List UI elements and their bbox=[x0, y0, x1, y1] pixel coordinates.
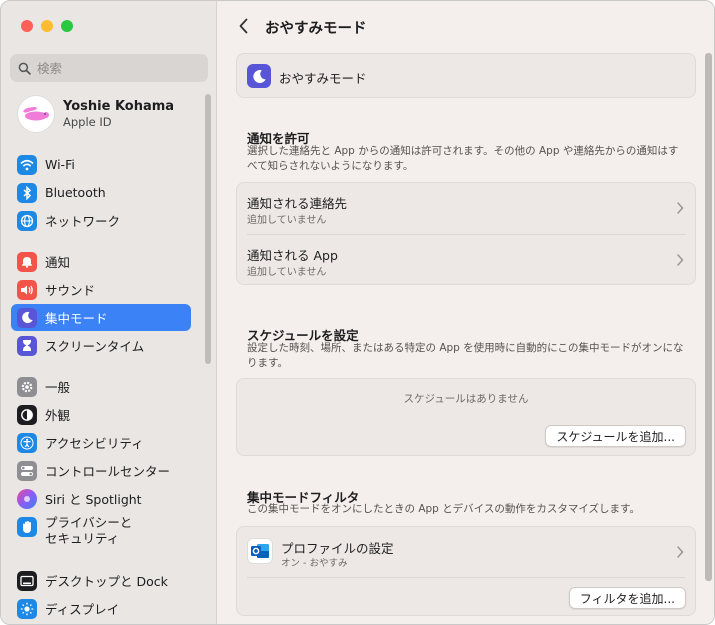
window-controls bbox=[21, 20, 73, 32]
gear-icon bbox=[17, 376, 37, 397]
display-icon bbox=[17, 598, 37, 619]
sidebar-item-wifi[interactable]: Wi-Fi bbox=[11, 151, 191, 178]
sidebar-item-displays[interactable]: ディスプレイ bbox=[11, 595, 191, 622]
sidebar-item-label: コントロールセンター bbox=[45, 464, 171, 479]
sidebar-item-label: 外観 bbox=[45, 408, 71, 423]
minimize-window-button[interactable] bbox=[41, 20, 53, 32]
sidebar-item-label: ディスプレイ bbox=[45, 602, 120, 617]
bluetooth-icon bbox=[17, 182, 37, 203]
avatar bbox=[17, 95, 55, 133]
schedule-card: スケジュールはありません スケジュールを追加... bbox=[236, 378, 696, 456]
schedule-description: 設定した時刻、場所、またはある特定の App を使用時に自動的にこの集中モードが… bbox=[247, 342, 684, 369]
sidebar-item-desktop-dock[interactable]: デスクトップと Dock bbox=[11, 567, 191, 594]
bell-icon bbox=[17, 251, 37, 272]
chevron-left-icon bbox=[239, 18, 247, 34]
chevron-right-icon bbox=[677, 254, 684, 266]
sidebar-item-notifications[interactable]: 通知 bbox=[11, 248, 191, 275]
sidebar-item-label: Siri と Spotlight bbox=[45, 492, 142, 507]
control-center-icon bbox=[17, 460, 37, 481]
avatar-rabbit-icon bbox=[23, 107, 49, 121]
sidebar-item-label: プライバシーと セキュリティ bbox=[45, 515, 133, 546]
allow-notifications-description: 選択した連絡先と App からの通知は許可されます。その他の App や連絡先か… bbox=[247, 145, 679, 172]
sidebar-item-label: アクセシビリティ bbox=[45, 436, 144, 451]
sidebar-item-label: Wi-Fi bbox=[45, 157, 75, 172]
search-icon bbox=[18, 62, 31, 75]
chevron-right-icon bbox=[677, 546, 684, 558]
sidebar-item-focus[interactable]: 集中モード bbox=[11, 304, 191, 331]
add-schedule-button[interactable]: スケジュールを追加... bbox=[545, 425, 686, 447]
settings-window: Yoshie Kohama Apple ID Wi-Fi Bluetooth ネ… bbox=[0, 0, 715, 625]
sidebar-item-label: スクリーンタイム bbox=[45, 339, 145, 354]
allowed-apps-row[interactable]: 通知される App 追加していません bbox=[237, 235, 695, 285]
add-filter-button[interactable]: フィルタを追加... bbox=[568, 587, 686, 609]
maximize-window-button[interactable] bbox=[61, 20, 73, 32]
focus-mode-card: おやすみモード bbox=[236, 53, 696, 98]
sidebar-item-general[interactable]: 一般 bbox=[11, 373, 191, 400]
sidebar-item-control-center[interactable]: コントロールセンター bbox=[11, 457, 191, 484]
row-title: 通知される連絡先 bbox=[247, 196, 348, 211]
back-button[interactable] bbox=[235, 15, 251, 37]
schedule-empty-text: スケジュールはありません bbox=[403, 393, 529, 405]
sidebar-item-label: 集中モード bbox=[45, 311, 108, 326]
sidebar-scrollbar[interactable] bbox=[205, 94, 211, 364]
sidebar-item-label: サウンド bbox=[45, 283, 96, 298]
chevron-right-icon bbox=[677, 202, 684, 214]
focus-filter-description: この集中モードをオンにしたときの App とデバイスの動作をカスタマイズします。 bbox=[247, 503, 641, 515]
sidebar-item-accessibility[interactable]: アクセシビリティ bbox=[11, 429, 191, 456]
apple-id-account[interactable]: Yoshie Kohama Apple ID bbox=[17, 95, 174, 133]
sidebar-item-network[interactable]: ネットワーク bbox=[11, 207, 191, 234]
desktop-icon bbox=[17, 570, 37, 591]
sidebar-item-siri-spotlight[interactable]: Siri と Spotlight bbox=[11, 485, 191, 512]
page-title: おやすみモード bbox=[265, 21, 367, 37]
row-title: 通知される App bbox=[247, 248, 338, 263]
sidebar-item-appearance[interactable]: 外観 bbox=[11, 401, 191, 428]
moon-icon bbox=[17, 307, 37, 328]
sidebar-item-label: 一般 bbox=[45, 380, 71, 395]
outlook-app-icon bbox=[247, 538, 273, 564]
main-scrollbar[interactable] bbox=[705, 53, 712, 581]
sidebar-item-label: デスクトップと Dock bbox=[45, 574, 168, 589]
row-subtitle: オン - おやすみ bbox=[281, 558, 348, 569]
siri-icon bbox=[17, 488, 37, 509]
sidebar-item-sound[interactable]: サウンド bbox=[11, 276, 191, 303]
speaker-icon bbox=[17, 279, 37, 300]
hourglass-icon bbox=[17, 335, 37, 356]
allowed-list-card: 通知される連絡先 追加していません 通知される App 追加していません bbox=[236, 182, 696, 285]
globe-icon bbox=[17, 210, 37, 231]
close-window-button[interactable] bbox=[21, 20, 33, 32]
profile-settings-row[interactable]: プロファイルの設定 オン - おやすみ bbox=[237, 527, 695, 577]
appearance-icon bbox=[17, 404, 37, 425]
accessibility-icon bbox=[17, 432, 37, 453]
main-pane: おやすみモード おやすみモード 通知を許可 選択した連絡先と App からの通知… bbox=[217, 1, 714, 624]
focus-mode-label: おやすみモード bbox=[279, 71, 367, 86]
hand-icon bbox=[17, 517, 37, 537]
sidebar-item-label: 通知 bbox=[45, 255, 71, 270]
sidebar-item-screen-time[interactable]: スクリーンタイム bbox=[11, 332, 191, 359]
search-box[interactable] bbox=[10, 54, 208, 82]
row-subtitle: 追加していません bbox=[247, 267, 327, 278]
sidebar-item-label: Bluetooth bbox=[45, 185, 106, 200]
row-subtitle: 追加していません bbox=[247, 215, 327, 226]
account-name: Yoshie Kohama bbox=[63, 99, 175, 114]
account-subtitle: Apple ID bbox=[63, 115, 112, 129]
row-divider bbox=[247, 577, 685, 578]
sidebar-item-label: ネットワーク bbox=[45, 214, 121, 229]
sidebar-item-privacy-security[interactable]: プライバシーと セキュリティ bbox=[11, 513, 191, 549]
search-input[interactable] bbox=[37, 60, 197, 76]
sidebar-item-bluetooth[interactable]: Bluetooth bbox=[11, 179, 191, 206]
focus-filter-card: プロファイルの設定 オン - おやすみ フィルタを追加... bbox=[236, 526, 696, 616]
wifi-icon bbox=[17, 154, 37, 175]
moon-icon bbox=[247, 64, 271, 88]
allowed-contacts-row[interactable]: 通知される連絡先 追加していません bbox=[237, 183, 695, 233]
sidebar: Yoshie Kohama Apple ID Wi-Fi Bluetooth ネ… bbox=[1, 1, 217, 624]
